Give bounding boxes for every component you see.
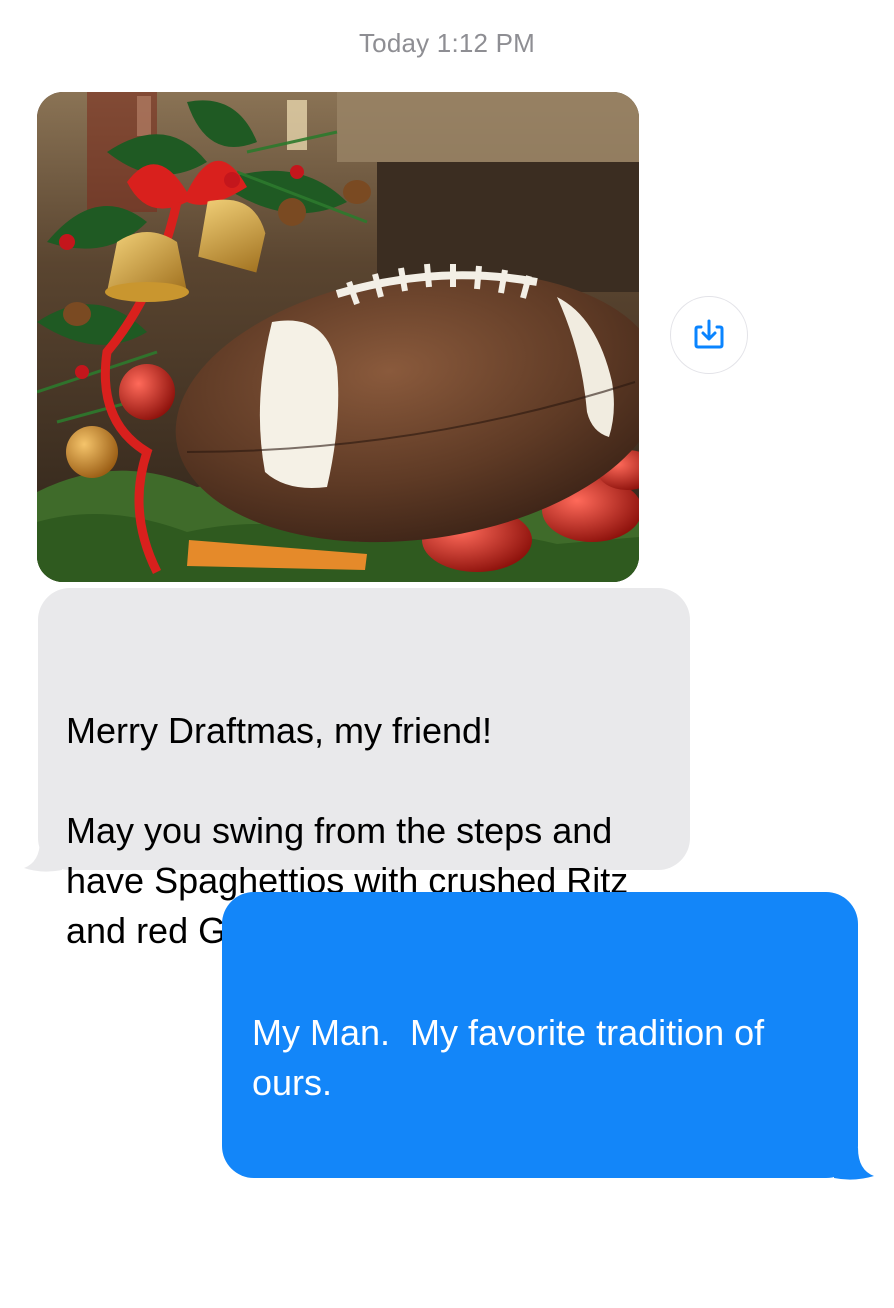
- save-image-button[interactable]: [670, 296, 748, 374]
- incoming-message-bubble[interactable]: Merry Draftmas, my friend! May you swing…: [38, 588, 690, 951]
- save-download-icon: [694, 319, 724, 349]
- outgoing-message-bubble[interactable]: My Man. My favorite tradition of ours. T…: [222, 892, 858, 1253]
- football-holiday-photo[interactable]: [37, 92, 639, 582]
- photo-illustration: [37, 92, 639, 582]
- message-timestamp: Today 1:12 PM: [358, 28, 536, 58]
- outgoing-message-text: My Man. My favorite tradition of ours. T…: [252, 1012, 765, 1253]
